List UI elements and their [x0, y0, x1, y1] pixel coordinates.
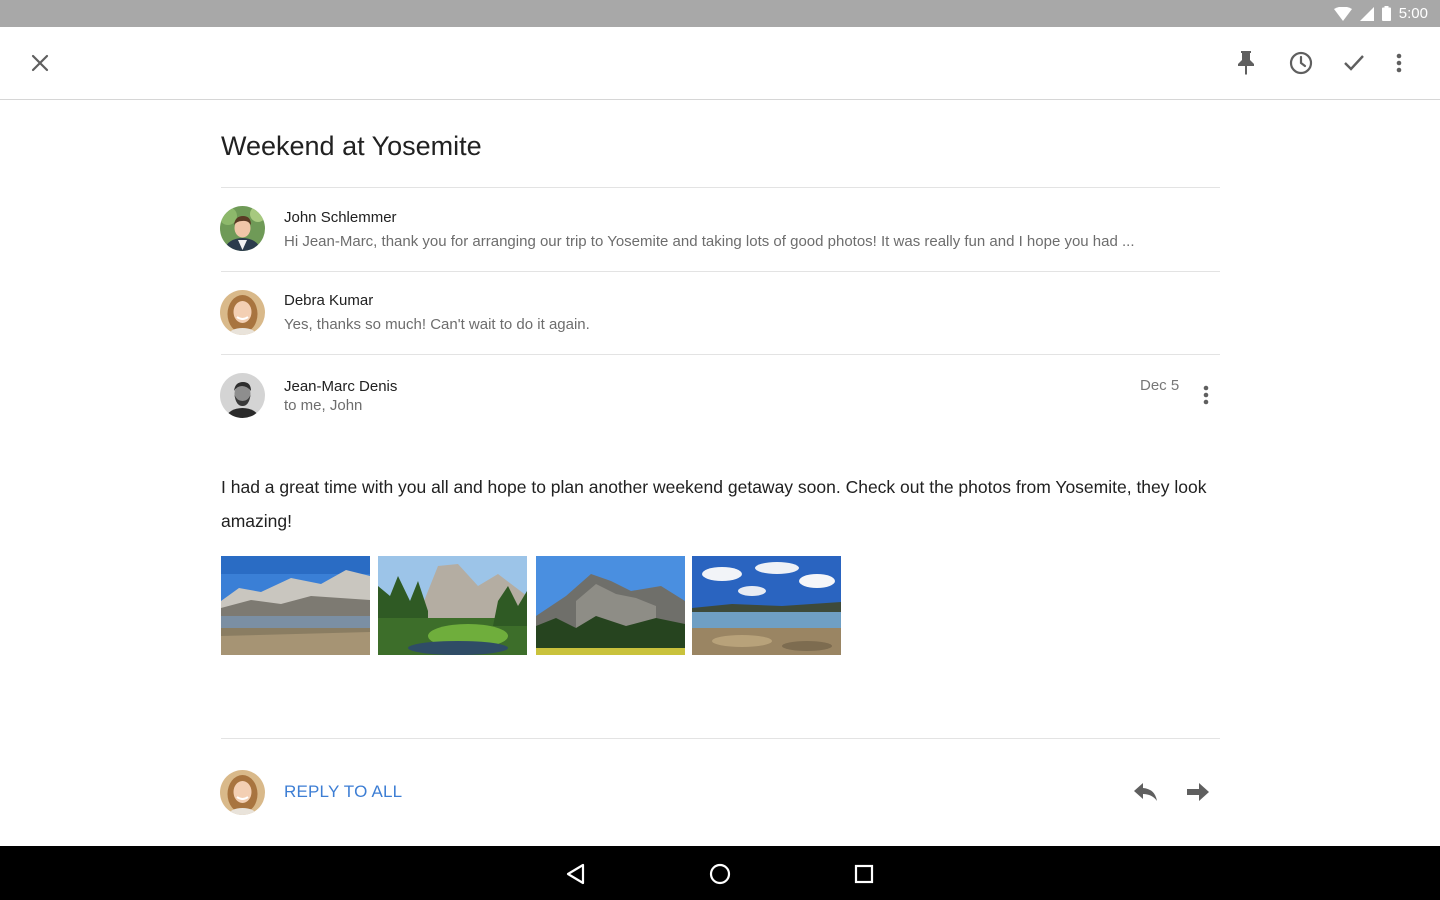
pin-icon — [1237, 51, 1255, 75]
status-bar: 5:00 — [0, 0, 1440, 27]
message-snippet: Hi Jean-Marc, thank you for arranging ou… — [284, 233, 1135, 250]
photo-thumbnail[interactable] — [692, 556, 841, 655]
system-nav-bar — [0, 846, 1440, 900]
message-snippet: Yes, thanks so much! Can't wait to do it… — [284, 316, 590, 333]
more-options-button[interactable] — [1379, 43, 1419, 83]
back-triangle-icon — [566, 863, 586, 885]
divider — [221, 354, 1220, 355]
signal-icon — [1360, 7, 1374, 21]
thread-subject: Weekend at Yosemite — [221, 131, 482, 162]
photo-thumbnail[interactable] — [536, 556, 685, 655]
forward-button[interactable] — [1178, 772, 1218, 812]
reply-to-all-button[interactable]: REPLY TO ALL — [284, 782, 402, 802]
battery-icon — [1382, 6, 1391, 21]
avatar — [220, 290, 265, 335]
back-button[interactable] — [556, 854, 596, 894]
message-body: I had a great time with you all and hope… — [221, 470, 1211, 538]
reply-button[interactable] — [1126, 772, 1166, 812]
divider — [221, 187, 1220, 188]
done-icon — [1343, 54, 1365, 72]
snooze-icon — [1289, 51, 1313, 75]
message-date: Dec 5 — [1140, 377, 1179, 394]
home-button[interactable] — [700, 854, 740, 894]
sender-name: Debra Kumar — [284, 292, 373, 309]
divider — [221, 738, 1220, 739]
done-button[interactable] — [1334, 43, 1374, 83]
avatar — [220, 206, 265, 251]
sender-name: John Schlemmer — [284, 209, 397, 226]
snooze-button[interactable] — [1281, 43, 1321, 83]
divider — [221, 271, 1220, 272]
forward-icon — [1187, 783, 1209, 801]
recents-square-icon — [854, 864, 874, 884]
photo-thumbnail[interactable] — [378, 556, 527, 655]
close-icon — [31, 54, 49, 72]
reply-icon — [1134, 783, 1158, 801]
recents-button[interactable] — [844, 854, 884, 894]
recipients: to me, John — [284, 397, 362, 414]
close-button[interactable] — [20, 43, 60, 83]
wifi-icon — [1334, 7, 1352, 21]
avatar — [220, 373, 265, 418]
status-time: 5:00 — [1399, 5, 1428, 22]
more-vert-icon — [1203, 385, 1209, 405]
pin-button[interactable] — [1226, 43, 1266, 83]
sender-name: Jean-Marc Denis — [284, 378, 397, 395]
app-bar — [0, 27, 1440, 100]
more-vert-icon — [1396, 53, 1402, 73]
avatar — [220, 770, 265, 815]
home-circle-icon — [709, 863, 731, 885]
photo-thumbnail[interactable] — [221, 556, 370, 655]
message-more-button[interactable] — [1186, 375, 1226, 415]
